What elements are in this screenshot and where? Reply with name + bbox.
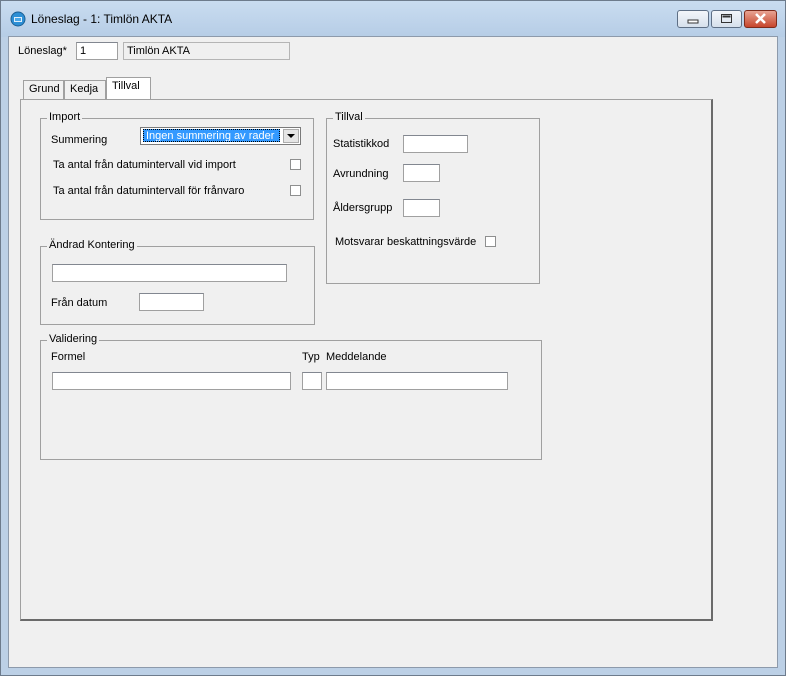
app-window: Löneslag - 1: Timlön AKTA Löneslag* Grun… bbox=[0, 0, 786, 676]
maximize-icon bbox=[721, 14, 732, 23]
import-checkbox2-label: Ta antal från datumintervall för frånvar… bbox=[53, 185, 245, 197]
summering-selected-value: Ingen summering av rader bbox=[143, 129, 280, 142]
client-area: Löneslag* Grund Kedja Tillval Import Sum… bbox=[8, 36, 778, 668]
chevron-down-icon bbox=[287, 134, 295, 138]
formel-input[interactable] bbox=[52, 372, 291, 390]
loneslag-name-field bbox=[123, 42, 290, 60]
statistikkod-input[interactable] bbox=[403, 135, 468, 153]
beskattning-label: Motsvarar beskattningsvärde bbox=[335, 236, 477, 248]
import-checkbox2[interactable] bbox=[290, 185, 301, 196]
statistikkod-label: Statistikkod bbox=[333, 138, 390, 150]
summering-label: Summering bbox=[51, 134, 108, 146]
minimize-icon bbox=[687, 19, 699, 24]
kontering-group-legend: Ändrad Kontering bbox=[47, 239, 137, 251]
loneslag-label: Löneslag* bbox=[18, 45, 67, 57]
meddelande-label: Meddelande bbox=[326, 351, 387, 363]
kontering-group: Ändrad Kontering Från datum bbox=[40, 239, 315, 325]
tillval-group: Tillval Statistikkod Avrundning Åldersgr… bbox=[326, 111, 540, 284]
window-title: Löneslag - 1: Timlön AKTA bbox=[31, 12, 173, 26]
minimize-button[interactable] bbox=[677, 10, 709, 28]
tab-tillval-label: Tillval bbox=[112, 80, 140, 92]
tab-grund[interactable]: Grund bbox=[23, 80, 64, 99]
tillval-group-legend: Tillval bbox=[333, 111, 365, 123]
close-button[interactable] bbox=[744, 10, 777, 28]
meddelande-input[interactable] bbox=[326, 372, 508, 390]
close-icon bbox=[755, 13, 766, 24]
aldersgrupp-label: Åldersgrupp bbox=[333, 202, 393, 214]
import-checkbox1[interactable] bbox=[290, 159, 301, 170]
summering-dropdown[interactable]: Ingen summering av rader bbox=[140, 127, 301, 145]
tab-kedja[interactable]: Kedja bbox=[64, 80, 106, 99]
import-group: Import Summering Ingen summering av rade… bbox=[40, 111, 314, 220]
aldersgrupp-input[interactable] bbox=[403, 199, 440, 217]
import-group-legend: Import bbox=[47, 111, 83, 123]
typ-label: Typ bbox=[302, 351, 320, 363]
loneslag-input[interactable] bbox=[76, 42, 118, 60]
fran-datum-input[interactable] bbox=[139, 293, 204, 311]
title-bar[interactable]: Löneslag - 1: Timlön AKTA bbox=[1, 1, 785, 37]
dropdown-arrow-button[interactable] bbox=[283, 129, 299, 143]
tab-tillval[interactable]: Tillval bbox=[106, 77, 151, 99]
formel-label: Formel bbox=[51, 351, 86, 363]
beskattning-checkbox[interactable] bbox=[485, 236, 496, 247]
tab-kedja-label: Kedja bbox=[70, 83, 99, 95]
kontering-input[interactable] bbox=[52, 264, 287, 282]
maximize-button[interactable] bbox=[711, 10, 742, 28]
tab-grund-label: Grund bbox=[29, 83, 60, 95]
typ-input[interactable] bbox=[302, 372, 322, 390]
validering-group: Validering Formel Typ Meddelande bbox=[40, 333, 542, 460]
import-checkbox1-label: Ta antal från datumintervall vid import bbox=[53, 159, 236, 171]
app-icon bbox=[10, 11, 26, 27]
avrundning-input[interactable] bbox=[403, 164, 440, 182]
validering-group-legend: Validering bbox=[47, 333, 100, 345]
avrundning-label: Avrundning bbox=[333, 168, 389, 180]
fran-datum-label: Från datum bbox=[51, 297, 108, 309]
tab-panel-tillval: Import Summering Ingen summering av rade… bbox=[20, 99, 713, 621]
